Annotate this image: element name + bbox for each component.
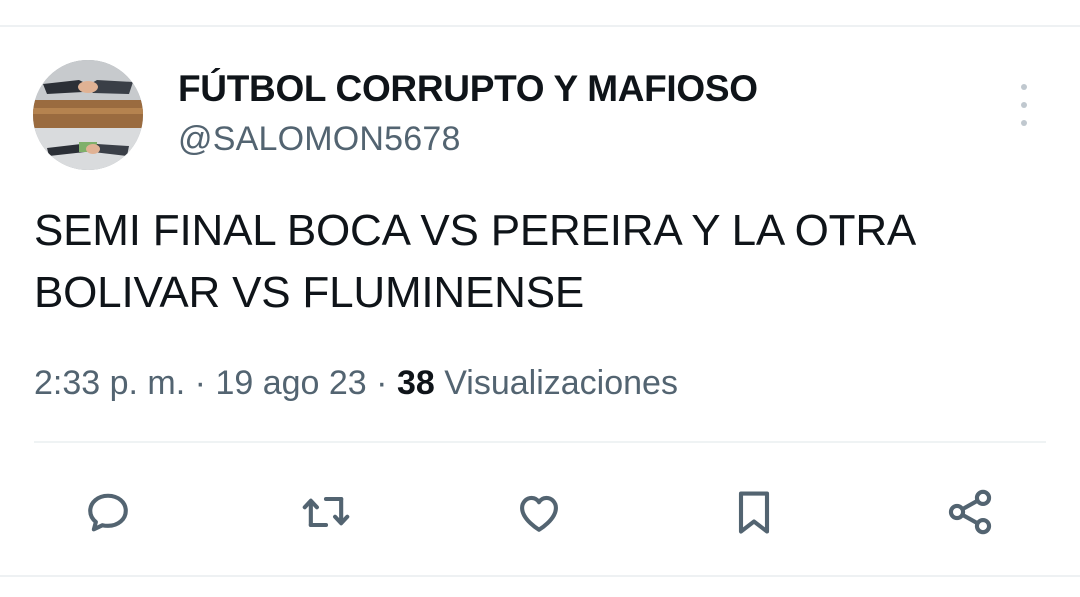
author-handle[interactable]: @SALOMON5678 xyxy=(178,120,461,159)
like-button[interactable] xyxy=(511,484,567,540)
tweet-text-line: BOLIVAR VS FLUMINENSE xyxy=(34,268,585,317)
more-dot-icon xyxy=(1021,84,1027,90)
retweet-arrows-icon xyxy=(302,496,350,528)
more-dot-icon xyxy=(1021,102,1027,108)
tweet-text-line: SEMI FINAL BOCA VS PEREIRA Y LA OTRA xyxy=(34,206,917,255)
bookmark-button[interactable] xyxy=(726,484,782,540)
handshake-money-avatar-icon xyxy=(33,60,143,170)
divider xyxy=(34,441,1046,443)
bookmark-icon xyxy=(738,491,770,534)
tweet-date[interactable]: 19 ago 23 xyxy=(215,364,366,402)
heart-icon xyxy=(520,495,558,532)
tweet-time[interactable]: 2:33 p. m. xyxy=(34,364,185,402)
top-border xyxy=(0,25,1080,27)
author-display-name[interactable]: FÚTBOL CORRUPTO Y MAFIOSO xyxy=(178,68,758,110)
tweet-meta: 2:33 p. m. · 19 ago 23 · 38 Visualizacio… xyxy=(34,364,678,403)
retweet-button[interactable] xyxy=(298,484,354,540)
speech-bubble-icon xyxy=(88,493,128,532)
views-label: Visualizaciones xyxy=(444,364,678,402)
meta-separator: · xyxy=(376,364,388,402)
more-dot-icon xyxy=(1021,120,1027,126)
reply-button[interactable] xyxy=(80,484,136,540)
views-count: 38 xyxy=(396,364,435,402)
more-options-button[interactable] xyxy=(1010,84,1038,126)
avatar[interactable] xyxy=(33,60,143,170)
share-button[interactable] xyxy=(942,484,998,540)
bottom-border xyxy=(0,575,1080,577)
share-nodes-icon xyxy=(948,489,992,535)
tweet-text: SEMI FINAL BOCA VS PEREIRA Y LA OTRA BOL… xyxy=(34,200,1044,324)
meta-separator: · xyxy=(194,364,206,402)
